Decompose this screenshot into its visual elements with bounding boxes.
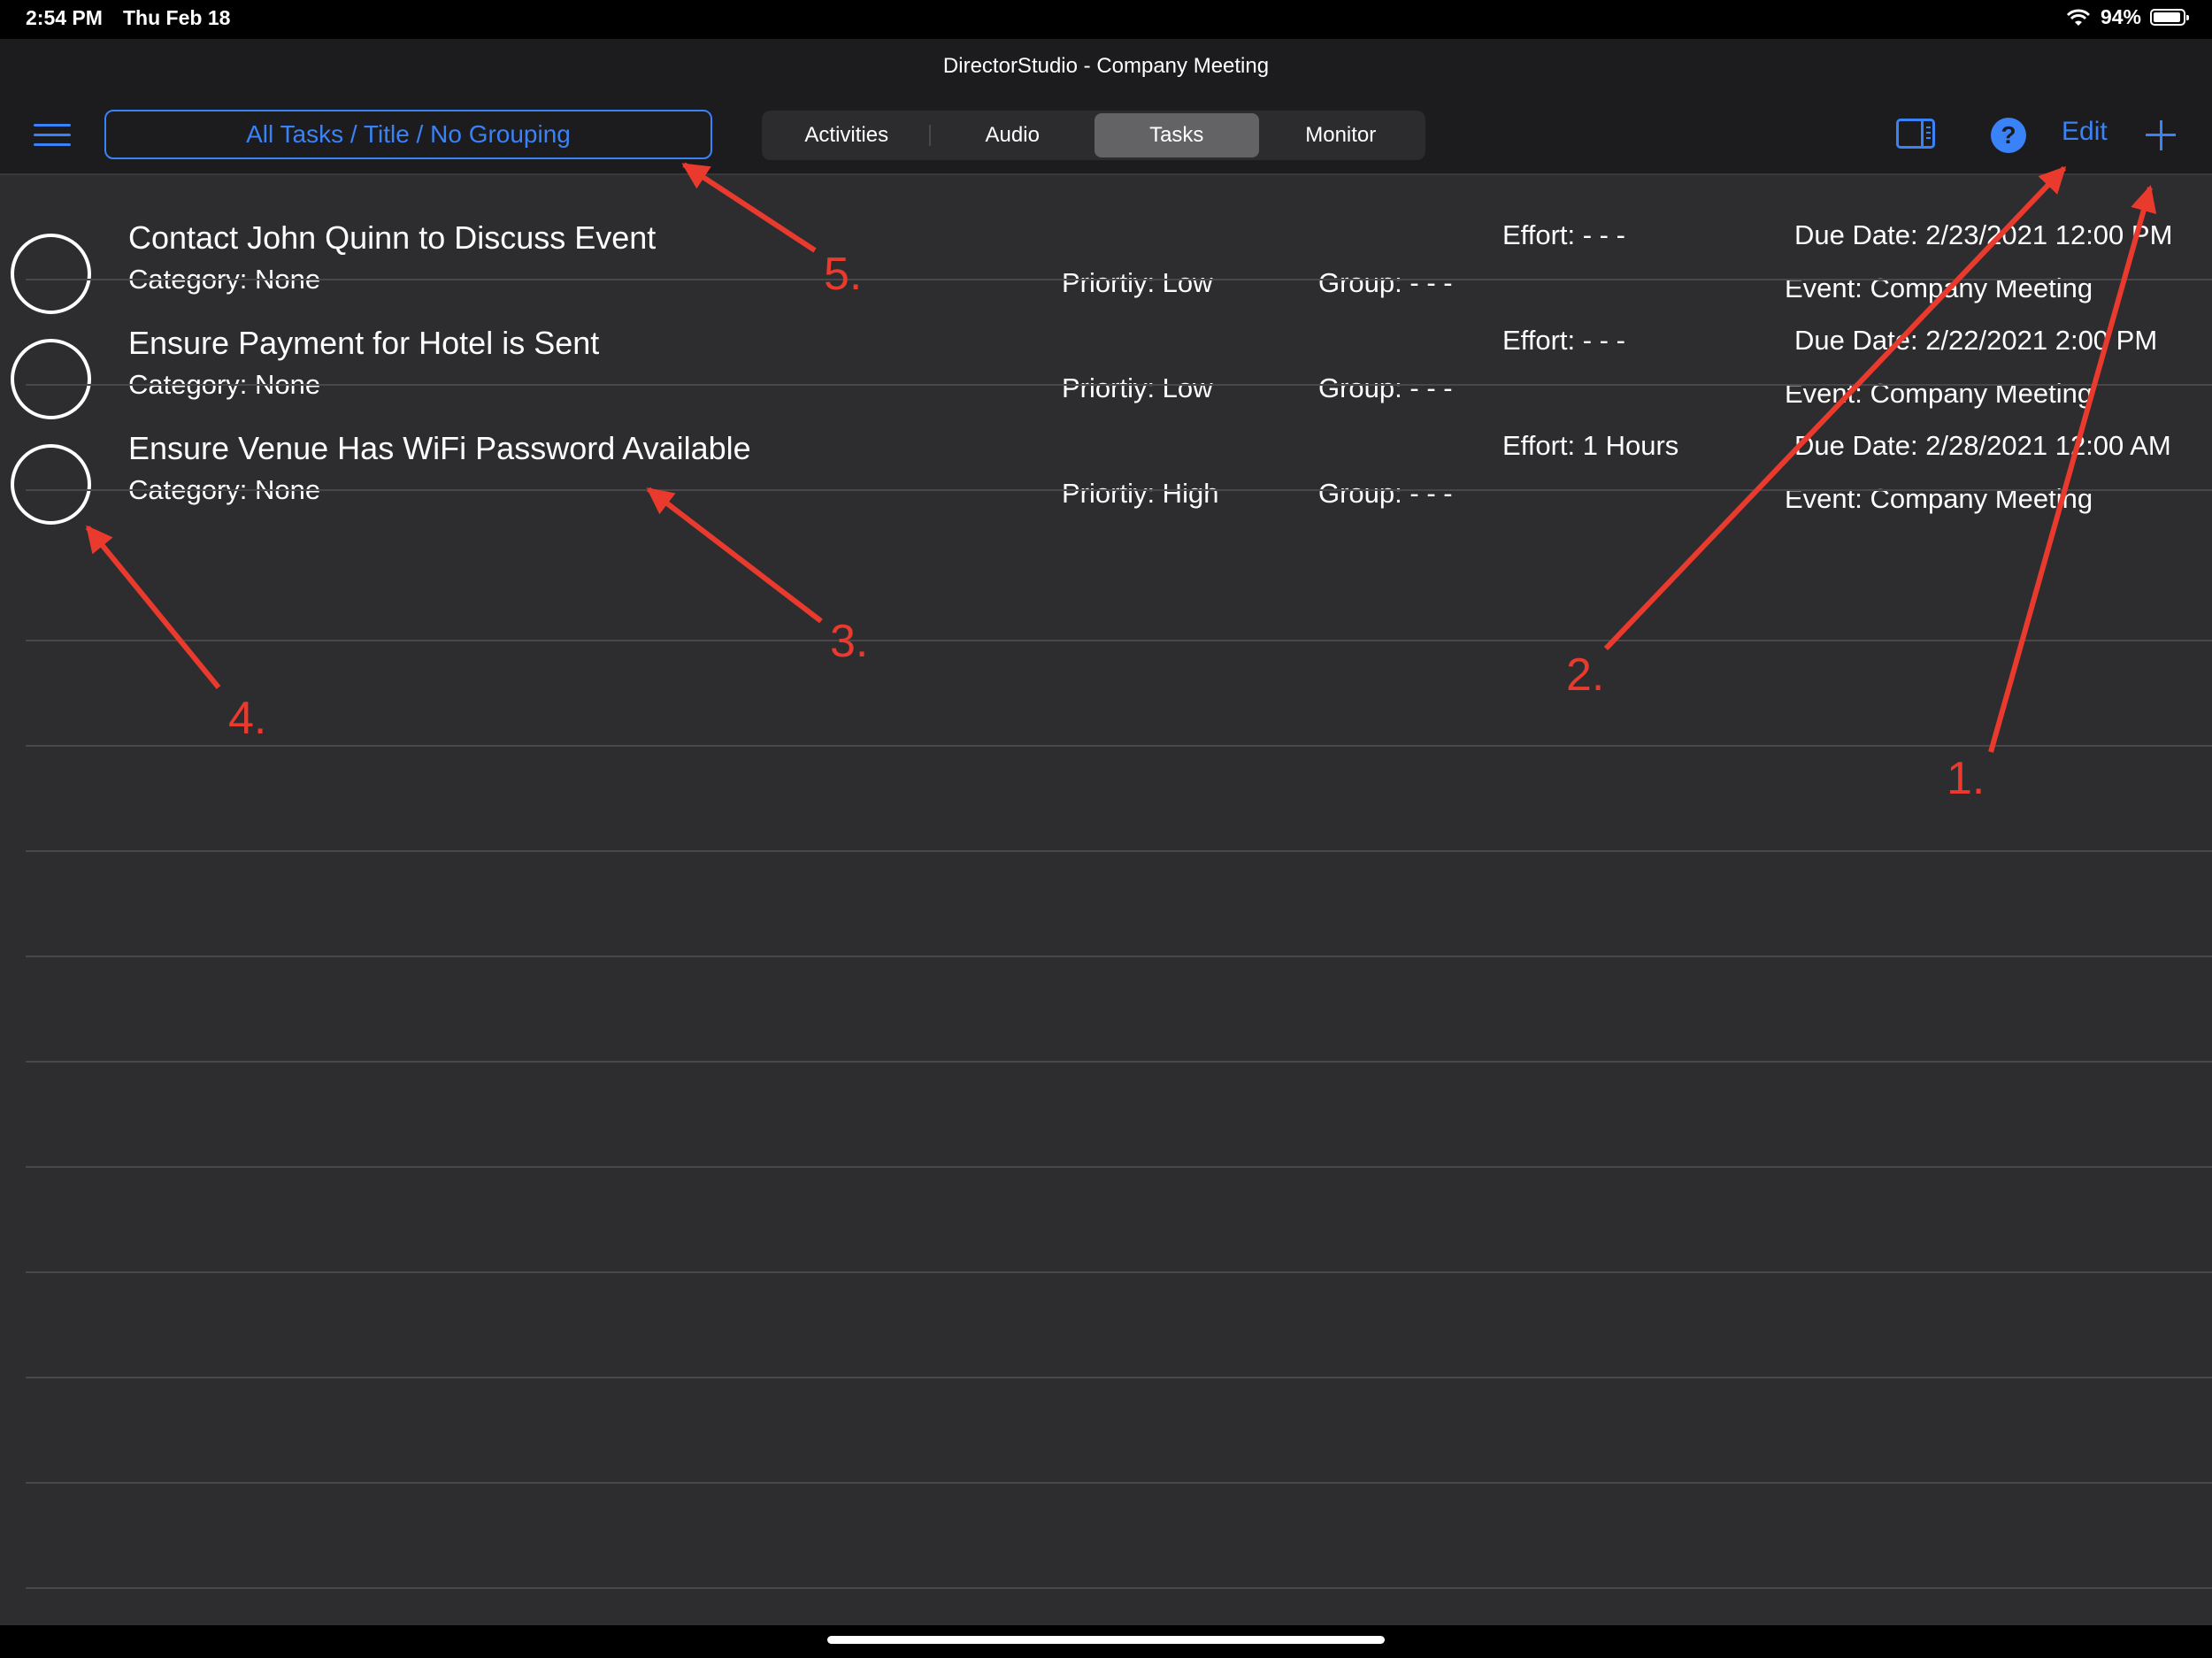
- annotation-arrow-4: [85, 525, 221, 689]
- annotation-label-5: 5.: [824, 249, 863, 300]
- annotation-arrow-1: [1988, 185, 2157, 753]
- annotation-arrow-2: [1603, 165, 2067, 651]
- annotation-label-3: 3.: [830, 616, 869, 667]
- annotation-label-1: 1.: [1947, 753, 1985, 804]
- annotation-label-4: 4.: [228, 693, 267, 744]
- annotation-arrow-5: [681, 162, 817, 253]
- annotation-arrow-3: [646, 487, 823, 624]
- annotation-label-2: 2.: [1566, 649, 1605, 701]
- annotation-arrows: [85, 162, 2157, 753]
